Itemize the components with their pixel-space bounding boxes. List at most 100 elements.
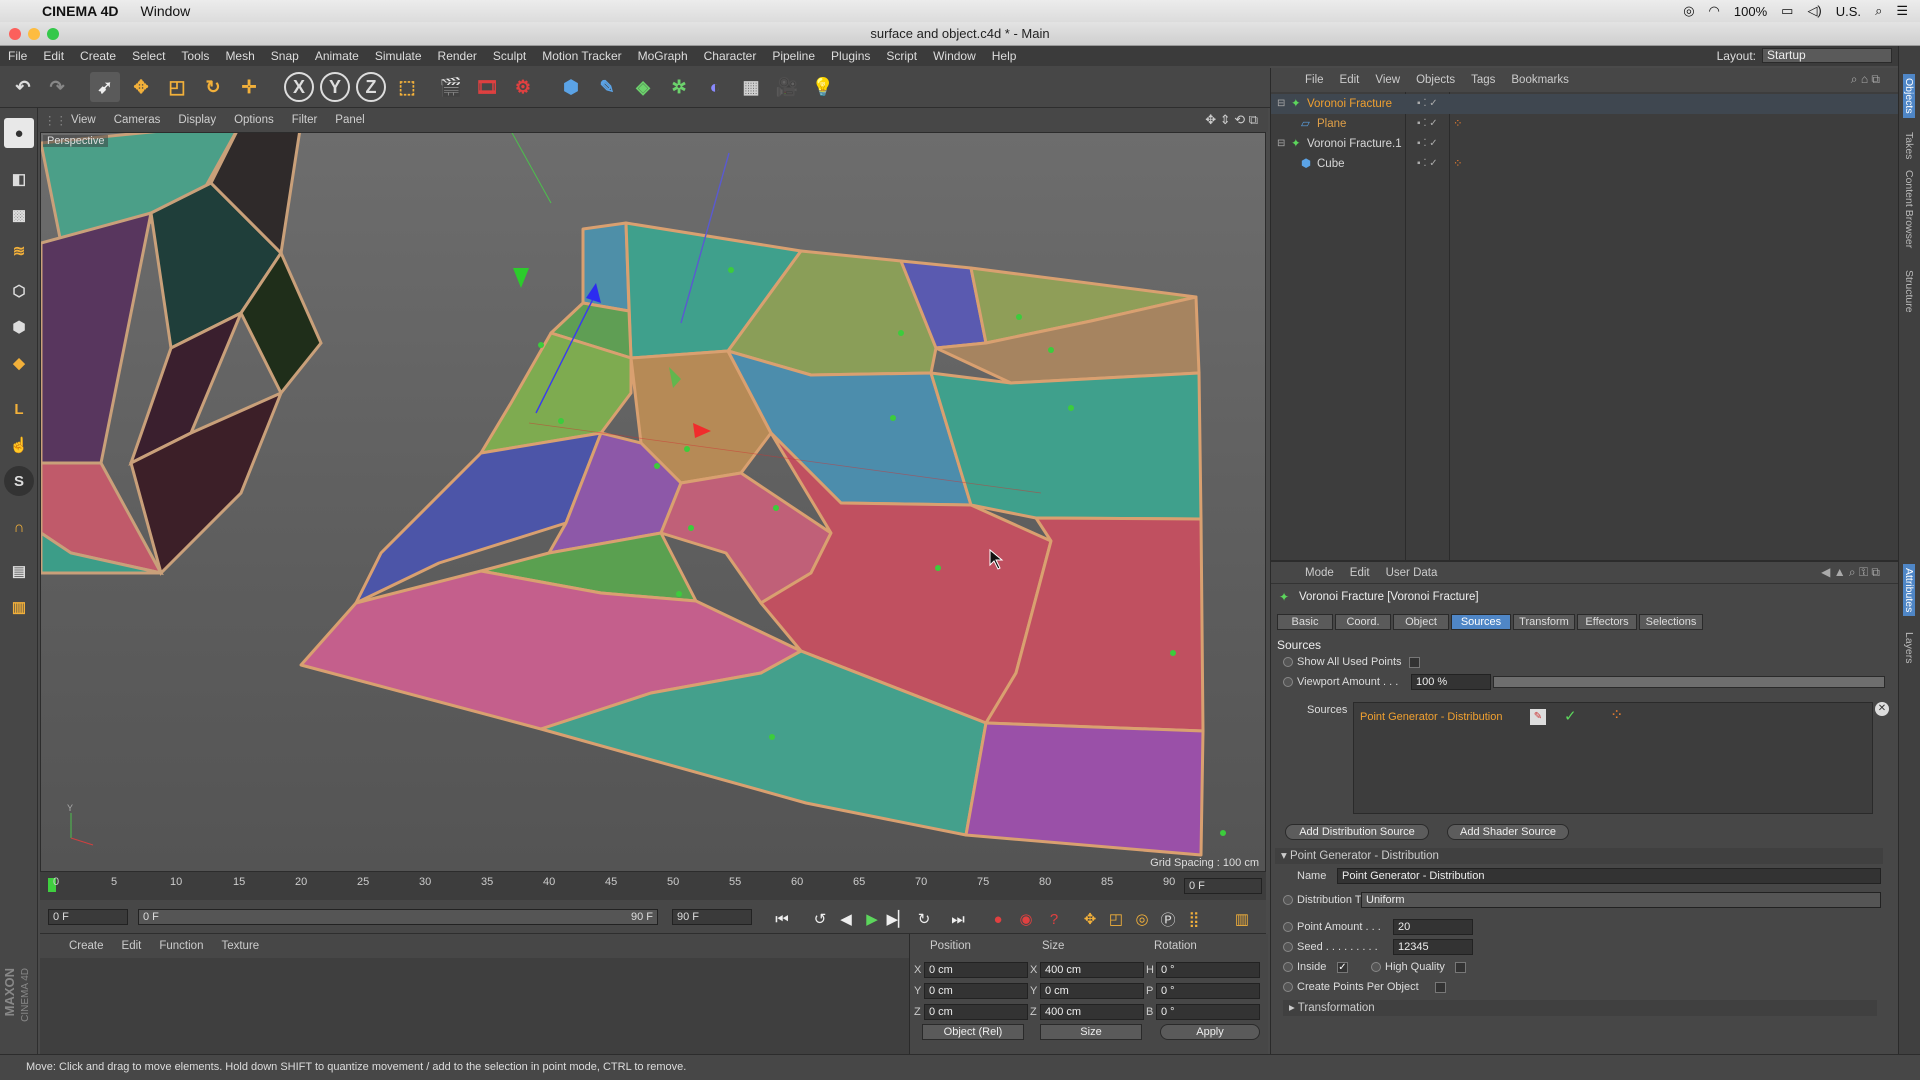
om-menu-edit[interactable]: Edit: [1332, 74, 1368, 86]
timeline-ruler[interactable]: 0 5 10 15 20 25 30 35 40 45 50 55 60 65 …: [40, 872, 1266, 900]
live-selection-icon[interactable]: ✛: [234, 72, 264, 102]
next-key-icon[interactable]: ↻: [914, 909, 934, 929]
material-menu-create[interactable]: Create: [60, 940, 113, 952]
attr-nav-icons[interactable]: ◀ ▲ ⌕ ⚿ ⧉: [1813, 565, 1888, 580]
coordinate-system-icon[interactable]: ⬚: [392, 72, 422, 102]
pos-x-field[interactable]: 0 cm: [924, 962, 1028, 978]
model-mode-icon[interactable]: ◧: [4, 164, 34, 194]
vtab-attributes[interactable]: Attributes: [1903, 564, 1915, 617]
creative-cloud-icon[interactable]: ◎: [1683, 3, 1694, 19]
material-menu-function[interactable]: Function: [150, 940, 212, 952]
locked-workplane-icon[interactable]: ▥: [4, 592, 34, 622]
menu-mograph[interactable]: MoGraph: [630, 49, 696, 63]
texture-mode-icon[interactable]: ▩: [4, 200, 34, 230]
param-animate-icon[interactable]: [1283, 677, 1293, 687]
rot-b-field[interactable]: 0 °: [1156, 1004, 1260, 1020]
menu-file[interactable]: File: [0, 49, 35, 63]
material-menu-texture[interactable]: Texture: [212, 940, 268, 952]
render-picture-viewer-icon[interactable]: 🎞: [472, 72, 502, 102]
go-to-end-icon[interactable]: ⏭: [948, 909, 968, 929]
menu-motion-tracker[interactable]: Motion Tracker: [534, 49, 629, 63]
viewport-amount-slider[interactable]: [1493, 676, 1885, 688]
attr-menu-mode[interactable]: Mode: [1297, 567, 1342, 579]
record-keys-icon[interactable]: ●: [988, 909, 1008, 929]
vtab-content-browser[interactable]: Content Browser: [1903, 170, 1915, 248]
visibility-dots[interactable]: ▪ ⁚ ✓: [1417, 134, 1438, 154]
om-menu-tags[interactable]: Tags: [1463, 74, 1503, 86]
subdivision-surface-icon[interactable]: ◈: [628, 72, 658, 102]
sources-list[interactable]: Point Generator - Distribution ✎ ✓ ⁘: [1353, 702, 1873, 814]
size-x-field[interactable]: 400 cm: [1040, 962, 1144, 978]
object-name[interactable]: Plane: [1317, 114, 1346, 134]
camera-icon[interactable]: 🎥: [772, 72, 802, 102]
size-y-field[interactable]: 0 cm: [1040, 983, 1144, 999]
menu-sculpt[interactable]: Sculpt: [485, 49, 534, 63]
vtab-layers[interactable]: Layers: [1903, 632, 1915, 664]
axis-mode-icon[interactable]: L: [4, 394, 34, 424]
menu-character[interactable]: Character: [696, 49, 765, 63]
viewport-menu-options[interactable]: Options: [225, 114, 283, 126]
distribution-type-dropdown[interactable]: Uniform: [1361, 892, 1881, 908]
menu-pipeline[interactable]: Pipeline: [764, 49, 823, 63]
size-mode-dropdown[interactable]: Size: [1040, 1024, 1142, 1040]
battery-icon[interactable]: ▭: [1781, 3, 1793, 19]
play-icon[interactable]: ▶: [862, 909, 882, 929]
tab-transform[interactable]: Transform: [1513, 614, 1575, 630]
attr-menu-edit[interactable]: Edit: [1342, 567, 1378, 579]
end-frame-field[interactable]: 90 F: [672, 909, 752, 925]
timeline-window-icon[interactable]: ▥: [1232, 909, 1252, 929]
size-z-field[interactable]: 400 cm: [1040, 1004, 1144, 1020]
snapping-icon[interactable]: S: [4, 466, 34, 496]
high-quality-checkbox[interactable]: [1455, 962, 1466, 973]
source-distribution-icon[interactable]: ⁘: [1610, 705, 1623, 725]
move-tool-icon[interactable]: ✥: [126, 72, 156, 102]
go-to-start-icon[interactable]: ⏮: [772, 909, 792, 929]
show-all-used-points-checkbox[interactable]: [1409, 657, 1420, 668]
layout-dropdown[interactable]: Startup: [1762, 48, 1892, 63]
object-row-plane[interactable]: ▱ Plane ▪ ⁚ ✓ ⁘: [1271, 114, 1899, 134]
y-axis-lock-icon[interactable]: Y: [320, 72, 350, 102]
volume-icon[interactable]: ◁): [1807, 3, 1821, 19]
viewport-menu-filter[interactable]: Filter: [283, 114, 327, 126]
z-axis-lock-icon[interactable]: Z: [356, 72, 386, 102]
polygons-mode-icon[interactable]: ◆: [4, 348, 34, 378]
auto-key-icon[interactable]: ◉: [1016, 909, 1036, 929]
points-mode-icon[interactable]: ⬡: [4, 276, 34, 306]
tab-effectors[interactable]: Effectors: [1577, 614, 1637, 630]
key-position-icon[interactable]: ✥: [1080, 909, 1100, 929]
spline-pen-icon[interactable]: ✎: [592, 72, 622, 102]
object-name[interactable]: Cube: [1317, 154, 1345, 174]
cube-primitive-icon[interactable]: ⬢: [556, 72, 586, 102]
attr-menu-user-data[interactable]: User Data: [1378, 567, 1446, 579]
redo-icon[interactable]: ↷: [42, 72, 72, 102]
name-field[interactable]: Point Generator - Distribution: [1337, 868, 1881, 884]
apply-button[interactable]: Apply: [1160, 1024, 1260, 1040]
vtab-objects[interactable]: Objects: [1903, 74, 1915, 118]
param-animate-icon[interactable]: [1283, 942, 1293, 952]
mac-window-menu[interactable]: Window: [141, 3, 191, 19]
notification-center-icon[interactable]: ☰: [1896, 3, 1908, 19]
inside-checkbox[interactable]: ✓: [1337, 962, 1348, 973]
om-menu-file[interactable]: File: [1297, 74, 1332, 86]
tab-selections[interactable]: Selections: [1639, 614, 1703, 630]
mograph-tag-icon[interactable]: ⁘: [1453, 154, 1463, 174]
menu-script[interactable]: Script: [878, 49, 925, 63]
visibility-dots[interactable]: ▪ ⁚ ✓: [1417, 114, 1438, 134]
source-enabled-check-icon[interactable]: ✓: [1564, 707, 1577, 725]
render-settings-icon[interactable]: ⚙: [508, 72, 538, 102]
start-frame-field[interactable]: 0 F: [48, 909, 128, 925]
object-name[interactable]: Voronoi Fracture.1: [1307, 134, 1402, 154]
rot-h-field[interactable]: 0 °: [1156, 962, 1260, 978]
viewport-amount-field[interactable]: 100 %: [1411, 674, 1491, 690]
vtab-takes[interactable]: Takes: [1903, 132, 1915, 159]
select-tool-icon[interactable]: ➹: [90, 72, 120, 102]
menu-create[interactable]: Create: [72, 49, 124, 63]
create-points-per-object-checkbox[interactable]: [1435, 982, 1446, 993]
wifi-icon[interactable]: ◠: [1709, 3, 1720, 19]
coordinate-mode-dropdown[interactable]: Object (Rel): [922, 1024, 1024, 1040]
tab-sources[interactable]: Sources: [1451, 614, 1511, 630]
keyframe-selection-icon[interactable]: ?: [1044, 909, 1064, 929]
object-name[interactable]: Voronoi Fracture: [1307, 94, 1392, 114]
transformation-group-header[interactable]: ▸ Transformation: [1283, 1000, 1877, 1016]
pos-y-field[interactable]: 0 cm: [924, 983, 1028, 999]
